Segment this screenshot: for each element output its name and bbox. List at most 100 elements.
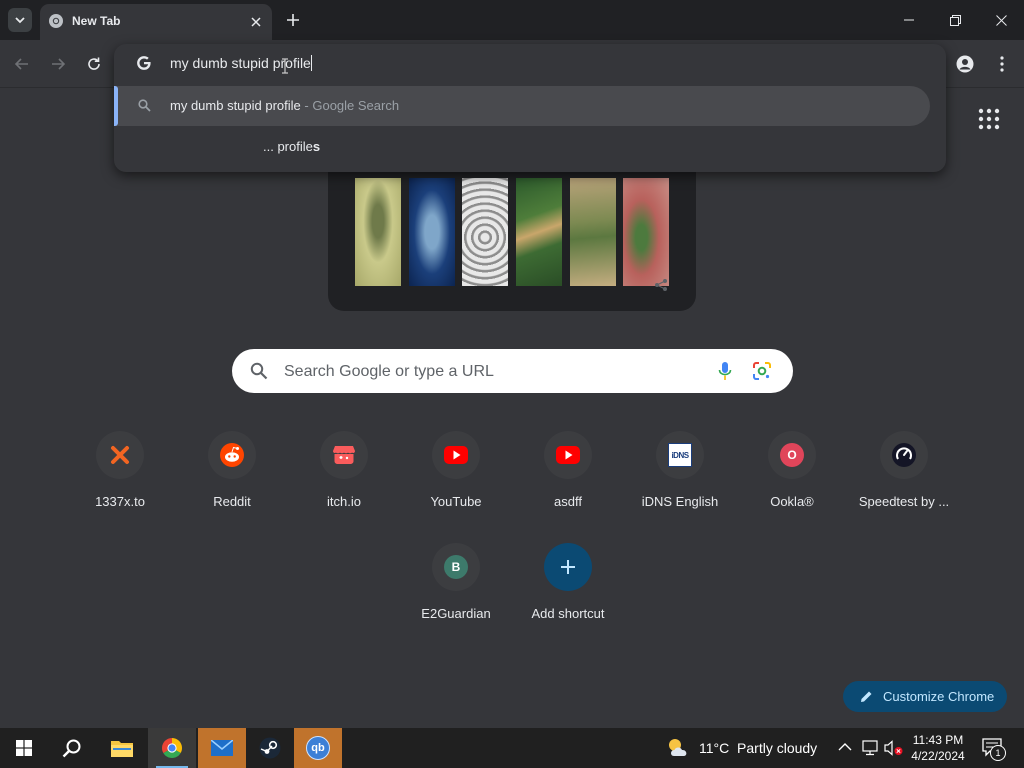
start-button[interactable]	[0, 728, 48, 768]
shortcut-label: asdff	[554, 494, 582, 509]
weather-partly-cloudy-icon[interactable]	[666, 736, 692, 760]
shortcut-1337x[interactable]: 1337x.to	[64, 427, 176, 527]
windows-logo-icon	[16, 740, 32, 756]
google-apps-icon[interactable]	[978, 108, 1000, 130]
reload-button[interactable]	[80, 50, 108, 78]
minimize-icon	[904, 19, 914, 21]
selection-indicator	[114, 86, 118, 126]
search-icon	[250, 362, 268, 380]
doodle-tile	[516, 178, 562, 286]
close-icon	[251, 17, 261, 27]
google-lens-icon[interactable]	[752, 361, 772, 381]
shortcut-speedtest[interactable]: Speedtest by ...	[848, 427, 960, 527]
pencil-icon	[861, 691, 872, 702]
restore-button[interactable]	[932, 0, 978, 40]
weather-condition: Partly cloudy	[737, 740, 818, 756]
taskbar-mail[interactable]	[198, 728, 246, 768]
omnibox-input-text: my dumb stupid profile	[170, 55, 311, 71]
more-vert-icon	[1000, 56, 1004, 72]
shortcut-e2guardian[interactable]: B E2Guardian	[400, 539, 512, 639]
share-icon[interactable]	[654, 278, 668, 292]
e2guardian-letter-icon: B	[444, 555, 468, 579]
idns-icon: iDNS	[668, 443, 692, 467]
tab-new-tab[interactable]: New Tab	[40, 4, 272, 40]
close-window-button[interactable]	[978, 0, 1024, 40]
minimize-button[interactable]	[886, 0, 932, 40]
doodle-tile	[570, 178, 616, 286]
shortcut-icon-bg	[208, 431, 256, 479]
youtube-icon	[556, 446, 580, 464]
suggestion-suffix: - Google Search	[304, 98, 400, 113]
text-caret	[310, 55, 312, 71]
shortcut-ookla[interactable]: O Ookla®	[736, 427, 848, 527]
tab-strip: New Tab	[0, 0, 1024, 40]
omnibox-input[interactable]: my dumb stupid profile	[170, 55, 770, 71]
shortcut-youtube[interactable]: YouTube	[400, 427, 512, 527]
taskbar-qbittorrent[interactable]: qb	[294, 728, 342, 768]
search-icon	[62, 739, 81, 758]
steam-icon	[259, 737, 281, 759]
shortcut-icon-bg: iDNS	[656, 431, 704, 479]
speedtest-icon	[892, 443, 916, 467]
omnibox-popup: my dumb stupid profile my dumb stupid pr…	[114, 44, 946, 172]
doodle-tile	[623, 178, 669, 286]
taskbar-steam[interactable]	[246, 728, 294, 768]
plus-icon	[287, 14, 299, 26]
shortcut-icon-bg	[432, 431, 480, 479]
weather-widget[interactable]: 11°C Partly cloudy	[699, 740, 817, 756]
shortcut-label: 1337x.to	[95, 494, 145, 509]
forward-button[interactable]	[44, 50, 72, 78]
search-icon	[138, 99, 151, 112]
arrow-right-icon	[52, 58, 66, 70]
itchio-icon	[333, 446, 355, 464]
network-icon[interactable]	[862, 740, 880, 756]
plus-icon	[561, 560, 575, 574]
shortcut-reddit[interactable]: Reddit	[176, 427, 288, 527]
shortcut-asdff[interactable]: asdff	[512, 427, 624, 527]
shortcut-itchio[interactable]: itch.io	[288, 427, 400, 527]
add-shortcut-button[interactable]: Add shortcut	[512, 539, 624, 639]
back-button[interactable]	[8, 50, 36, 78]
shortcut-label: Reddit	[213, 494, 251, 509]
suggestion-profiles[interactable]: ... profiles	[114, 130, 930, 166]
shortcut-label: YouTube	[430, 494, 482, 509]
customize-chrome-button[interactable]: Customize Chrome	[843, 681, 1007, 712]
shortcut-icon-bg	[544, 543, 592, 591]
google-doodle[interactable]	[328, 160, 696, 311]
reddit-icon	[220, 443, 244, 467]
ibeam-cursor-icon	[282, 58, 288, 74]
customize-label: Customize Chrome	[883, 689, 995, 704]
clock-time: 11:43 PM	[912, 733, 964, 747]
taskbar-chrome[interactable]	[148, 728, 196, 768]
shortcut-icon-bg	[320, 431, 368, 479]
notification-center-button[interactable]: 1	[982, 738, 1006, 761]
shortcut-icon-bg	[544, 431, 592, 479]
doodle-tile	[355, 178, 401, 286]
ookla-letter-icon: O	[780, 443, 804, 467]
tab-close-button[interactable]	[247, 13, 265, 31]
ntp-search-box[interactable]: Search Google or type a URL	[232, 349, 793, 393]
arrow-left-icon	[14, 58, 28, 70]
shortcut-icon-bg: B	[432, 543, 480, 591]
chevron-up-icon[interactable]	[838, 742, 852, 752]
1337x-icon	[111, 446, 129, 464]
microphone-icon[interactable]	[718, 361, 732, 381]
restore-icon	[949, 14, 961, 26]
chevron-down-icon	[15, 17, 25, 24]
profile-button[interactable]	[951, 50, 979, 78]
reload-icon	[88, 57, 100, 70]
google-g-icon	[137, 56, 151, 70]
chrome-favicon-icon	[49, 14, 63, 28]
taskbar-search-button[interactable]	[48, 728, 96, 768]
taskbar-clock[interactable]: 11:43 PM 4/22/2024	[900, 732, 976, 764]
tab-search-button[interactable]	[8, 8, 32, 32]
taskbar-file-explorer[interactable]	[98, 728, 146, 768]
mail-icon	[211, 740, 233, 756]
menu-button[interactable]	[988, 50, 1016, 78]
windows-taskbar: qb 11°C Partly cloudy 11:43 PM 4/22/2024…	[0, 728, 1024, 768]
youtube-icon	[444, 446, 468, 464]
shortcut-idns-english[interactable]: iDNS iDNS English	[624, 427, 736, 527]
doodle-tile	[462, 178, 508, 286]
new-tab-button[interactable]	[282, 9, 304, 31]
suggestion-google-search[interactable]: my dumb stupid profile - Google Search	[114, 86, 930, 126]
